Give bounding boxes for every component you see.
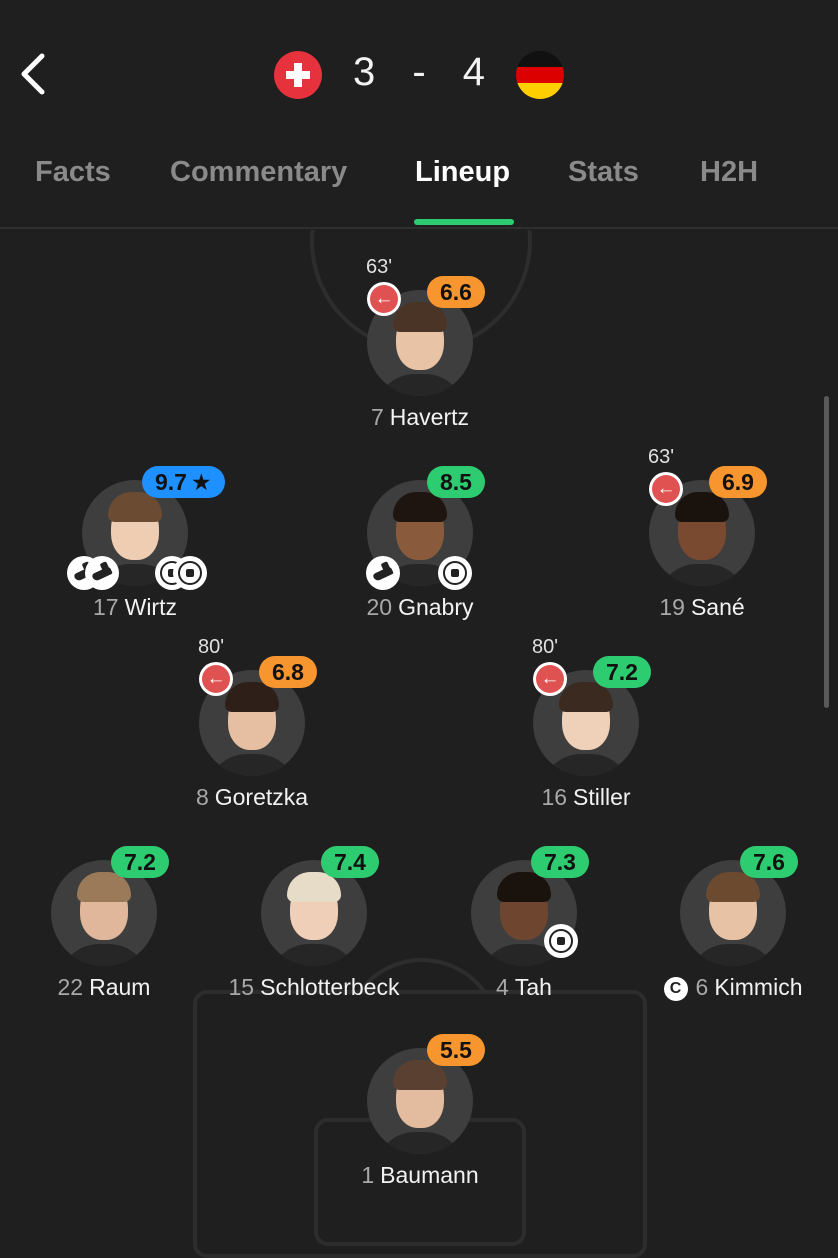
substitution-icon: ← — [199, 662, 233, 696]
home-team-flag-icon[interactable] — [274, 51, 322, 99]
player-label: 16 Stiller — [446, 784, 726, 811]
player-name: Raum — [89, 974, 151, 1000]
tab-facts[interactable]: Facts — [35, 156, 111, 189]
player-name: Baumann — [380, 1162, 479, 1188]
player-label: 1 Baumann — [280, 1162, 560, 1189]
player-rating: 7.4 — [321, 846, 379, 878]
chevron-left-icon — [21, 53, 45, 95]
star-icon: ★ — [190, 469, 212, 495]
tab-h2h[interactable]: H2H — [700, 156, 758, 189]
player-number: 15 — [228, 974, 255, 1000]
player-rating: 7.6 — [740, 846, 798, 878]
player-name: Schlotterbeck — [260, 974, 400, 1000]
player-rating: 6.9 — [709, 466, 767, 498]
away-score: 4 — [462, 50, 488, 94]
goal-ball-icon — [438, 556, 472, 590]
player-sane[interactable]: 63' ← 6.9 19 Sané — [602, 446, 802, 620]
player-rating: 8.5 — [427, 466, 485, 498]
player-label: 20 Gnabry — [280, 594, 560, 621]
player-wirtz[interactable]: 9.7 ★ 17 Wirtz — [35, 446, 235, 620]
away-team-flag-icon[interactable] — [516, 51, 564, 99]
sub-minute: 80' — [198, 636, 225, 658]
substitution-icon: ← — [533, 662, 567, 696]
player-number: 19 — [659, 594, 685, 620]
tab-divider — [0, 227, 838, 229]
sub-minute: 63' — [366, 256, 393, 278]
substitution-icon: ← — [367, 282, 401, 316]
captain-badge-icon: C — [663, 977, 688, 1001]
goal-ball-icon — [544, 924, 578, 958]
player-name: Stiller — [573, 784, 631, 810]
player-kimmich[interactable]: 7.6 C 6 Kimmich — [633, 826, 833, 1001]
score-separator: - — [412, 50, 428, 94]
player-number: 6 — [695, 974, 709, 1000]
rating-value: 9.7 — [155, 469, 187, 495]
scrollbar[interactable] — [824, 396, 829, 708]
player-number: 1 — [361, 1162, 375, 1188]
player-name: Sané — [690, 594, 745, 620]
player-rating: 7.3 — [531, 846, 589, 878]
player-goretzka[interactable]: 80' ← 6.8 8 Goretzka — [152, 636, 352, 810]
active-tab-indicator — [414, 219, 514, 225]
player-baumann[interactable]: 5.5 1 Baumann — [320, 1014, 520, 1188]
player-number: 20 — [366, 594, 393, 620]
player-name: Tah — [514, 974, 552, 1000]
match-score: 3 - 4 — [340, 50, 500, 95]
player-number: 22 — [57, 974, 84, 1000]
player-number: 8 — [195, 784, 209, 810]
assist-boot-icon — [85, 556, 119, 590]
player-number: 4 — [496, 974, 509, 1000]
player-number: 7 — [370, 404, 384, 430]
player-rating: 6.8 — [259, 656, 317, 688]
player-number: 17 — [93, 594, 119, 620]
tab-stats[interactable]: Stats — [568, 156, 639, 189]
player-raum[interactable]: 7.2 22 Raum — [4, 826, 204, 1000]
player-rating: 6.6 — [427, 276, 485, 308]
player-label: 17 Wirtz — [0, 594, 275, 621]
player-rating: 5.5 — [427, 1034, 485, 1066]
player-label: 19 Sané — [562, 594, 838, 621]
substitution-icon: ← — [649, 472, 683, 506]
sub-minute: 63' — [648, 446, 675, 468]
player-rating: 9.7 ★ — [142, 466, 225, 498]
player-name: Havertz — [389, 404, 470, 430]
player-schlotterbeck[interactable]: 7.4 15 Schlotterbeck — [214, 826, 414, 1000]
player-number: 16 — [541, 784, 568, 810]
back-button[interactable] — [18, 52, 58, 96]
player-name: Kimmich — [714, 974, 803, 1000]
player-label: 7 Havertz — [280, 404, 560, 431]
player-stiller[interactable]: 80' ← 7.2 16 Stiller — [486, 636, 686, 810]
player-rating: 7.2 — [111, 846, 169, 878]
tab-lineup[interactable]: Lineup — [415, 156, 510, 189]
player-label: 8 Goretzka — [112, 784, 392, 811]
home-score: 3 — [352, 50, 378, 94]
player-name: Goretzka — [214, 784, 309, 810]
sub-minute: 80' — [532, 636, 559, 658]
assist-boot-icon — [366, 556, 400, 590]
player-havertz[interactable]: 63' ← 6.6 7 Havertz — [320, 256, 520, 430]
player-gnabry[interactable]: 8.5 20 Gnabry — [320, 446, 520, 620]
player-label: C 6 Kimmich — [593, 974, 838, 1001]
player-name: Wirtz — [124, 594, 177, 620]
player-rating: 7.2 — [593, 656, 651, 688]
player-name: Gnabry — [398, 594, 474, 620]
player-tah[interactable]: 7.3 4 Tah — [424, 826, 624, 1000]
tab-commentary[interactable]: Commentary — [170, 156, 347, 189]
goal-ball-icon — [173, 556, 207, 590]
